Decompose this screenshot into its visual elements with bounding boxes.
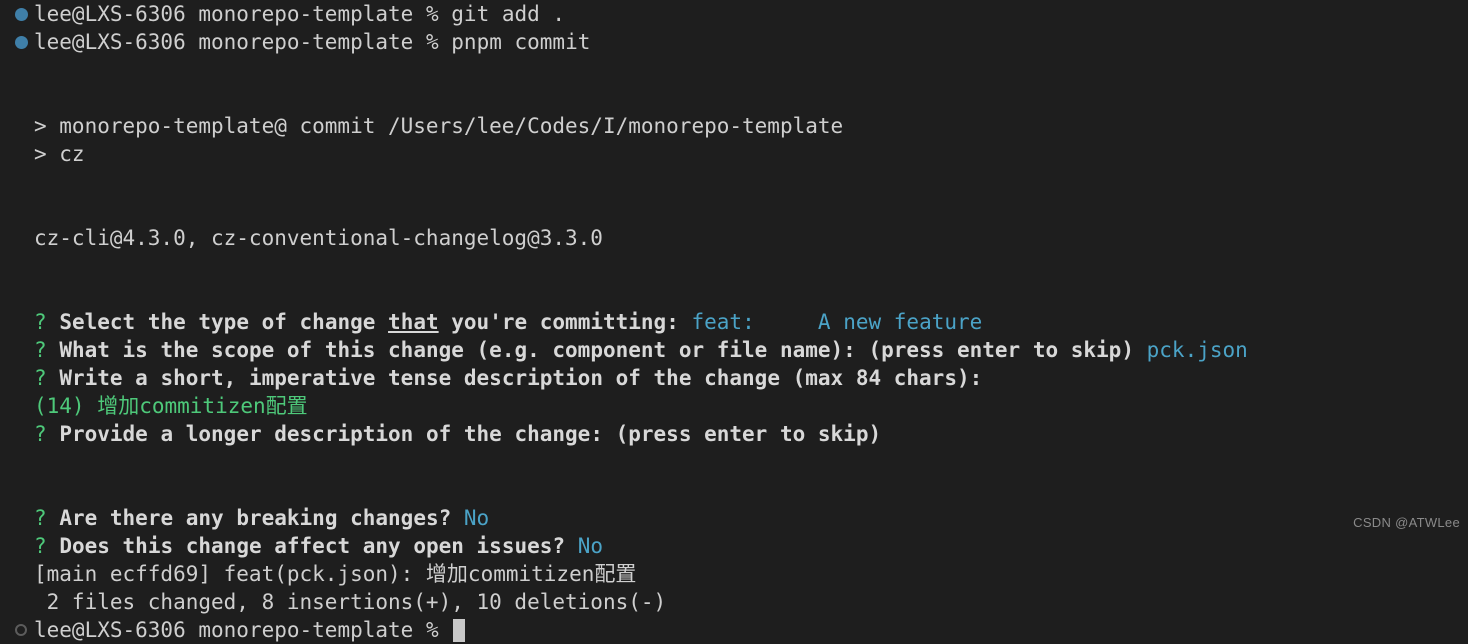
shell-cwd: monorepo-template xyxy=(198,2,414,26)
question-mark-icon: ? xyxy=(34,534,47,558)
shell-user-host: lee@LXS-6306 xyxy=(34,30,186,54)
question-type-text-b: you're committing: xyxy=(438,310,679,334)
cz-question-type-of-change: ? Select the type of change that you're … xyxy=(0,308,1468,336)
space-1 xyxy=(186,28,199,56)
space-3 xyxy=(439,28,452,56)
answer-breaking: No xyxy=(463,506,490,530)
cz-version-text: cz-cli@4.3.0, cz-conventional-changelog@… xyxy=(34,226,603,250)
shell-sigil: % xyxy=(425,30,439,54)
answer-issues: No xyxy=(577,534,603,558)
answer-scope: pck.json xyxy=(1146,338,1248,362)
git-commit-stats-line: 2 files changed, 8 insertions(+), 10 del… xyxy=(0,588,1468,616)
cz-question-breaking-changes: ? Are there any breaking changes? No xyxy=(0,504,1468,532)
shell-prompt-line-git-add: lee@LXS-6306 monorepo-template % git add… xyxy=(0,0,1468,28)
question-issues-text: Does this change affect any open issues? xyxy=(59,534,566,558)
space-3 xyxy=(439,616,452,644)
shell-prompt-line-pnpm-commit: lee@LXS-6306 monorepo-template % pnpm co… xyxy=(0,28,1468,56)
watermark: CSDN @ATWLee xyxy=(1353,515,1460,530)
cz-question-long-description: ? Provide a longer description of the ch… xyxy=(0,420,1468,448)
prompt-status-dot-icon xyxy=(8,35,34,49)
text-cursor[interactable] xyxy=(453,618,466,642)
cz-question-scope: ? What is the scope of this change (e.g.… xyxy=(0,336,1468,364)
question-scope-text: What is the scope of this change (e.g. c… xyxy=(59,338,1134,362)
question-breaking-text: Are there any breaking changes? xyxy=(59,506,452,530)
npm-script-header-line: > monorepo-template@ commit /Users/lee/C… xyxy=(0,112,1468,140)
question-mark-icon: ? xyxy=(34,338,47,362)
question-mark-icon: ? xyxy=(34,422,47,446)
prompt-status-dot-icon xyxy=(8,7,34,21)
shell-cwd: monorepo-template xyxy=(198,30,414,54)
npm-script-command: > cz xyxy=(34,142,85,166)
shell-sigil: % xyxy=(425,2,439,26)
command-git-add: git add . xyxy=(451,2,566,26)
question-type-emphasis: that xyxy=(388,310,439,334)
space-2 xyxy=(413,28,426,56)
question-mark-icon: ? xyxy=(34,366,47,390)
answer-type-of-change: feat: A new feature xyxy=(691,310,983,334)
cz-version-line: cz-cli@4.3.0, cz-conventional-changelog@… xyxy=(0,224,1468,252)
question-short-description-text: Write a short, imperative tense descript… xyxy=(59,366,983,390)
command-pnpm-commit: pnpm commit xyxy=(451,30,591,54)
question-long-description-text: Provide a longer description of the chan… xyxy=(59,422,882,446)
space-1 xyxy=(186,616,199,644)
shell-user-host: lee@LXS-6306 xyxy=(34,2,186,26)
question-type-text-a: Select the type of change xyxy=(59,310,389,334)
npm-script-command-line: > cz xyxy=(0,140,1468,168)
question-mark-icon: ? xyxy=(34,310,47,334)
shell-cwd: monorepo-template xyxy=(198,618,414,642)
prompt-status-ring-icon xyxy=(8,624,34,636)
shell-prompt-line-active[interactable]: lee@LXS-6306 monorepo-template % xyxy=(0,616,1468,644)
cz-answer-short-description-line: (14) 增加commitizen配置 xyxy=(0,392,1468,420)
space-1 xyxy=(186,0,199,28)
cz-question-open-issues: ? Does this change affect any open issue… xyxy=(0,532,1468,560)
git-commit-summary: [main ecffd69] feat(pck.json): 增加commiti… xyxy=(34,562,637,586)
space-2 xyxy=(413,616,426,644)
terminal-window[interactable]: lee@LXS-6306 monorepo-template % git add… xyxy=(0,0,1468,642)
git-commit-stats: 2 files changed, 8 insertions(+), 10 del… xyxy=(34,590,667,614)
space-3 xyxy=(439,0,452,28)
npm-script-header: > monorepo-template@ commit /Users/lee/C… xyxy=(34,114,844,138)
answer-short-description: (14) 增加commitizen配置 xyxy=(34,394,308,418)
cz-question-short-description: ? Write a short, imperative tense descri… xyxy=(0,364,1468,392)
shell-user-host: lee@LXS-6306 xyxy=(34,618,186,642)
git-commit-summary-line: [main ecffd69] feat(pck.json): 增加commiti… xyxy=(0,560,1468,588)
shell-sigil: % xyxy=(425,618,439,642)
space-2 xyxy=(413,0,426,28)
question-mark-icon: ? xyxy=(34,506,47,530)
